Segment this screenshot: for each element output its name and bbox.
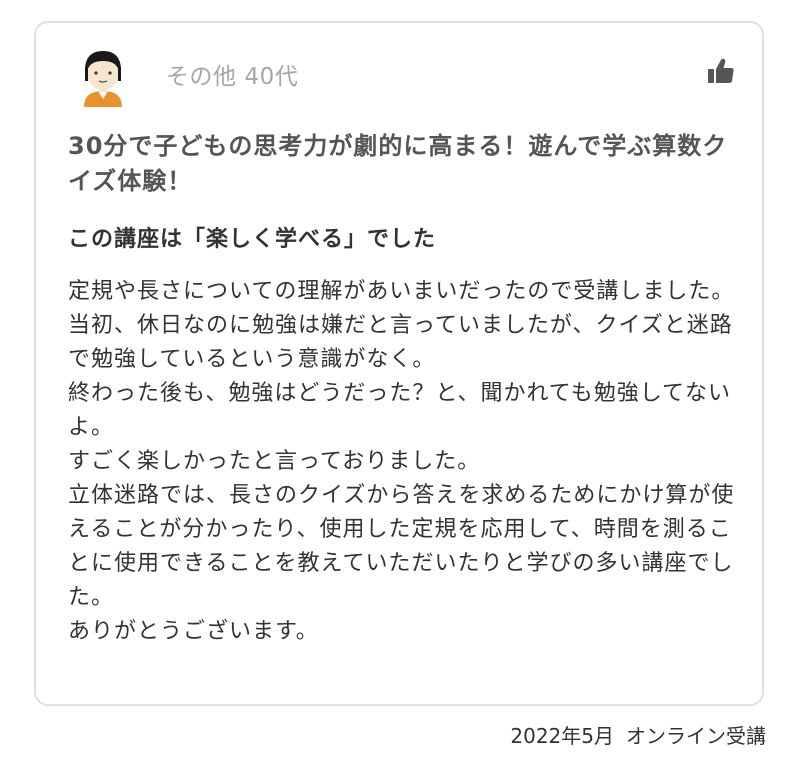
reviewer-meta: その他 40代 — [166, 57, 298, 91]
review-format: オンライン受講 — [626, 724, 766, 748]
review-line: すごく楽しかったと言っておりました。 — [68, 449, 481, 474]
review-line: ありがとうございます。 — [68, 619, 319, 644]
review-line: 定規や長さについての理解があいまいだったので受講しました。 — [68, 279, 735, 304]
user-avatar-icon — [78, 45, 128, 107]
reviewer-category: その他 — [166, 64, 237, 90]
reviewer-age: 40代 — [244, 64, 299, 90]
review-card: その他 40代 30分で子どもの思考力が劇的に高まる！遊んで学ぶ算数クイズ体験！ … — [34, 21, 764, 706]
review-date: 2022年5月 — [510, 724, 614, 748]
review-footer: 2022年5月 オンライン受講 — [510, 720, 766, 749]
review-line: 終わった後も、勉強はどうだった？と、聞かれても勉強してないよ。 — [68, 381, 732, 440]
review-line: 当初、休日なのに勉強は嫌だと言っていましたが、クイズと迷路で勉強しているという意… — [68, 313, 733, 372]
course-title: 30分で子どもの思考力が劇的に高まる！遊んで学ぶ算数クイズ体験！ — [68, 132, 728, 195]
review-body: 定規や長さについての理解があいまいだったので受講しました。 当初、休日なのに勉強… — [68, 275, 738, 649]
review-line: 立体迷路では、長さのクイズから答えを求めるためにかけ算が使えることが分かったり、… — [68, 483, 735, 610]
review-headline: この講座は「楽しく学べる」でした — [68, 227, 437, 252]
thumbs-up-icon[interactable] — [706, 56, 736, 86]
